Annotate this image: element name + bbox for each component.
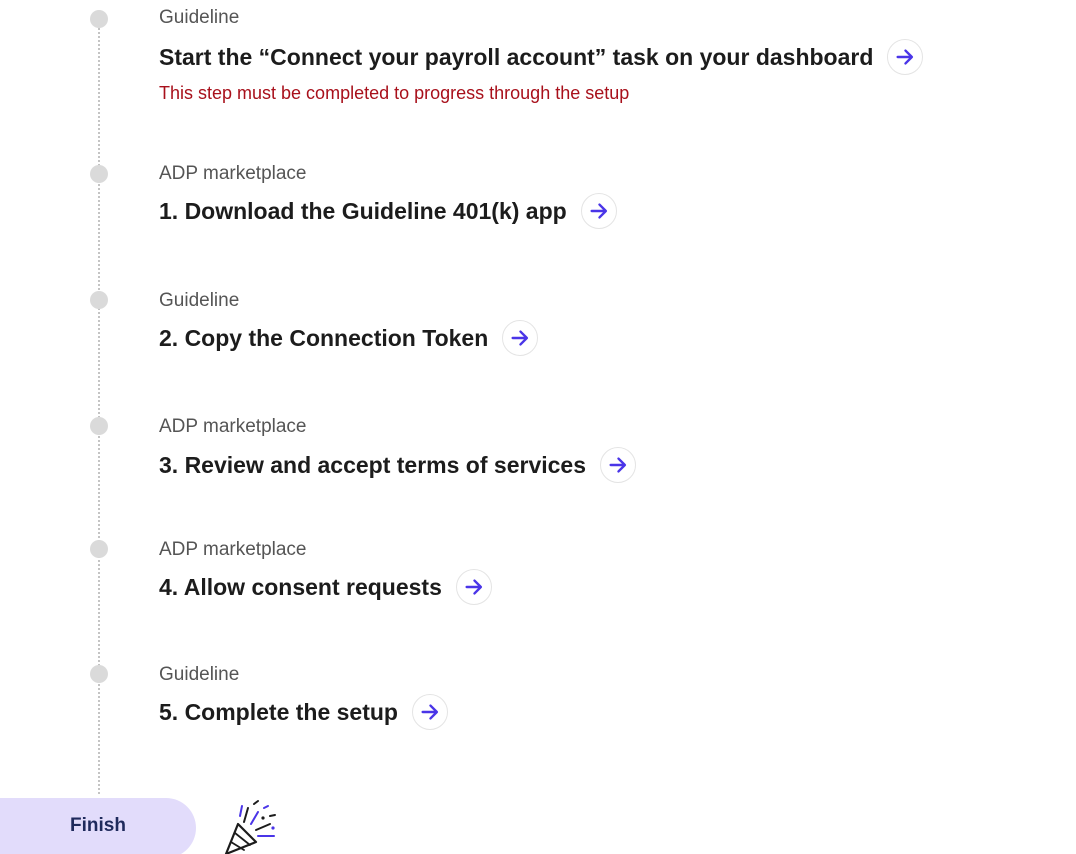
step-title-row: 1. Download the Guideline 401(k) app [159,193,617,229]
step-source: ADP marketplace [159,163,307,184]
step-title: 4. Allow consent requests [159,573,442,600]
setup-steps-page: Guideline Start the “Connect your payrol… [0,0,1076,854]
finish-button[interactable]: Finish [0,798,196,854]
step-title: Start the “Connect your payroll account”… [159,43,874,70]
timeline-dot [90,291,108,309]
timeline-dot [90,665,108,683]
step-title: 5. Complete the setup [159,698,398,725]
arrow-right-icon [421,704,439,720]
timeline-dot [90,540,108,558]
step-go-button[interactable] [887,39,924,75]
step-go-button[interactable] [455,569,492,605]
step-go-button[interactable] [580,193,617,229]
step-go-button[interactable] [502,320,539,356]
arrow-right-icon [896,49,914,65]
timeline-dot [90,10,108,28]
step-source: Guideline [159,664,240,685]
timeline-dot [90,417,108,435]
step-source: ADP marketplace [159,539,307,560]
step-title: 1. Download the Guideline 401(k) app [159,197,567,224]
finish-label: Finish [70,815,126,836]
arrow-right-icon [511,330,529,346]
arrow-right-icon [609,457,627,473]
step-go-button[interactable] [600,447,636,483]
step-required-note: This step must be completed to progress … [159,83,630,103]
party-popper-icon [224,800,276,854]
step-title-row: 5. Complete the setup [159,694,448,730]
arrow-right-icon [465,579,482,595]
step-source: Guideline [159,290,240,311]
timeline-dot [90,165,108,183]
step-title: 2. Copy the Connection Token [159,324,489,351]
step-title-row: 4. Allow consent requests [159,569,492,605]
step-go-button[interactable] [411,694,448,730]
arrow-right-icon [590,203,607,219]
step-title-row: 3. Review and accept terms of services [159,447,636,483]
step-title: 3. Review and accept terms of services [159,451,586,478]
step-title-row: 2. Copy the Connection Token [159,320,539,356]
step-title-row: Start the “Connect your payroll account”… [159,39,924,75]
step-source: ADP marketplace [159,416,307,437]
step-source: Guideline [159,7,240,28]
